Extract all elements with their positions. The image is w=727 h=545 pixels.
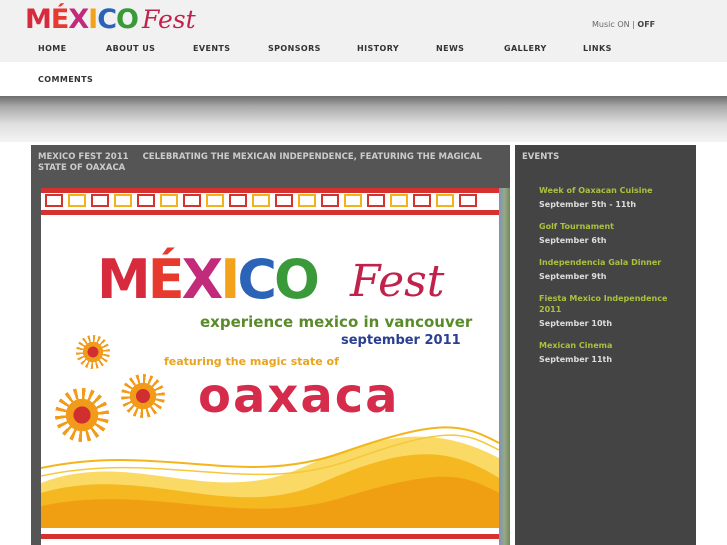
nav-about-us[interactable]: ABOUT US	[106, 44, 155, 53]
poster-letter: C	[237, 248, 277, 311]
events-list: Week of Oaxacan Cuisine September 5th - …	[539, 185, 689, 376]
list-item: Fiesta Mexico Independence 2011 Septembe…	[539, 293, 689, 329]
border-motif-icon	[275, 194, 293, 207]
logo-letter: O	[116, 4, 139, 35]
event-link[interactable]: Golf Tournament	[539, 221, 689, 232]
event-date: September 6th	[539, 236, 607, 245]
logo-fest-wordmark: Fest	[141, 5, 196, 34]
logo-letter: I	[88, 4, 98, 35]
logo-letter: M	[25, 4, 52, 35]
nav-news[interactable]: NEWS	[436, 44, 464, 53]
event-date: September 10th	[539, 319, 613, 328]
border-motif-icon	[91, 194, 109, 207]
event-link[interactable]: Week of Oaxacan Cuisine	[539, 185, 689, 196]
event-poster-image: MÉXICO Fest experience mexico in vancouv…	[41, 188, 499, 545]
nav-events[interactable]: EVENTS	[193, 44, 230, 53]
logo-letter: É	[50, 4, 69, 35]
nav-home[interactable]: HOME	[38, 44, 67, 53]
list-item: Mexican Cinema September 11th	[539, 340, 689, 365]
list-item: Golf Tournament September 6th	[539, 221, 689, 246]
poster-letter: É	[147, 248, 185, 311]
border-motif-icon	[436, 194, 454, 207]
logo-letter: C	[97, 4, 117, 35]
music-toggle: Music ON | OFF	[592, 20, 655, 29]
event-date: September 11th	[539, 355, 613, 364]
poster-letter: M	[97, 248, 151, 311]
poster-tagline: experience mexico in vancouver	[200, 313, 473, 331]
border-motif-icon	[206, 194, 224, 207]
poster-top-border	[41, 188, 499, 215]
site-logo[interactable]: MÉXICO Fest	[25, 2, 196, 38]
list-item: Week of Oaxacan Cuisine September 5th - …	[539, 185, 689, 210]
event-link[interactable]: Mexican Cinema	[539, 340, 689, 351]
page-title: MEXICO FEST 2011 CELEBRATING THE MEXICAN …	[38, 152, 504, 174]
poster-letter: X	[181, 248, 224, 311]
nav-history[interactable]: HISTORY	[357, 44, 399, 53]
list-item: Independencia Gala Dinner September 9th	[539, 257, 689, 282]
nav-sponsors[interactable]: SPONSORS	[268, 44, 321, 53]
music-off-link[interactable]: OFF	[637, 20, 655, 29]
music-on-link[interactable]: ON	[617, 20, 629, 29]
sun-icon	[121, 374, 165, 418]
music-separator: |	[632, 20, 635, 29]
nav-gallery[interactable]: GALLERY	[504, 44, 547, 53]
border-motif-icon	[390, 194, 408, 207]
site-header: MÉXICO Fest Music ON | OFF HOME ABOUT US…	[0, 0, 727, 62]
events-sidebar: EVENTS Week of Oaxacan Cuisine September…	[515, 145, 696, 545]
poster-letter: O	[274, 248, 320, 311]
nav-comments[interactable]: COMMENTS	[38, 75, 93, 84]
decorative-gradient-band	[0, 96, 727, 142]
logo-letter: X	[68, 4, 89, 35]
poster-featuring: featuring the magic state of	[164, 355, 339, 368]
border-motif-icon	[459, 194, 477, 207]
border-motif-icon	[160, 194, 178, 207]
border-motif-icon	[367, 194, 385, 207]
border-motif-icon	[183, 194, 201, 207]
event-date: September 9th	[539, 272, 607, 281]
poster-date: september 2011	[341, 333, 461, 348]
border-motif-icon	[298, 194, 316, 207]
poster-letter: I	[220, 248, 240, 311]
title-left: MEXICO FEST 2011	[38, 152, 129, 162]
border-motif-icon	[137, 194, 155, 207]
poster-bottom-border	[41, 534, 499, 545]
sun-icon	[55, 388, 109, 442]
border-motif-icon	[252, 194, 270, 207]
sun-icon	[76, 335, 110, 369]
poster-mexico-wordmark: MÉXICO	[97, 248, 320, 311]
border-motif-icon	[321, 194, 339, 207]
event-link[interactable]: Independencia Gala Dinner	[539, 257, 689, 268]
border-motif-icon	[114, 194, 132, 207]
logo-mexico-wordmark: MÉXICO	[25, 2, 139, 38]
sidebar-title: EVENTS	[522, 152, 560, 162]
border-motif-icon	[68, 194, 86, 207]
poster-state-name: oaxaca	[198, 368, 400, 424]
nav-links[interactable]: LINKS	[583, 44, 612, 53]
music-label: Music	[592, 20, 615, 29]
border-motif-icon	[413, 194, 431, 207]
main-content-panel: MEXICO FEST 2011 CELEBRATING THE MEXICAN …	[31, 145, 510, 545]
poster-edge-image	[499, 188, 510, 545]
event-date: September 5th - 11th	[539, 200, 637, 209]
border-motif-icon	[344, 194, 362, 207]
poster-fest-wordmark: Fest	[350, 256, 445, 307]
border-motif-icon	[45, 194, 63, 207]
border-motif-icon	[229, 194, 247, 207]
event-link[interactable]: Fiesta Mexico Independence 2011	[539, 293, 689, 315]
